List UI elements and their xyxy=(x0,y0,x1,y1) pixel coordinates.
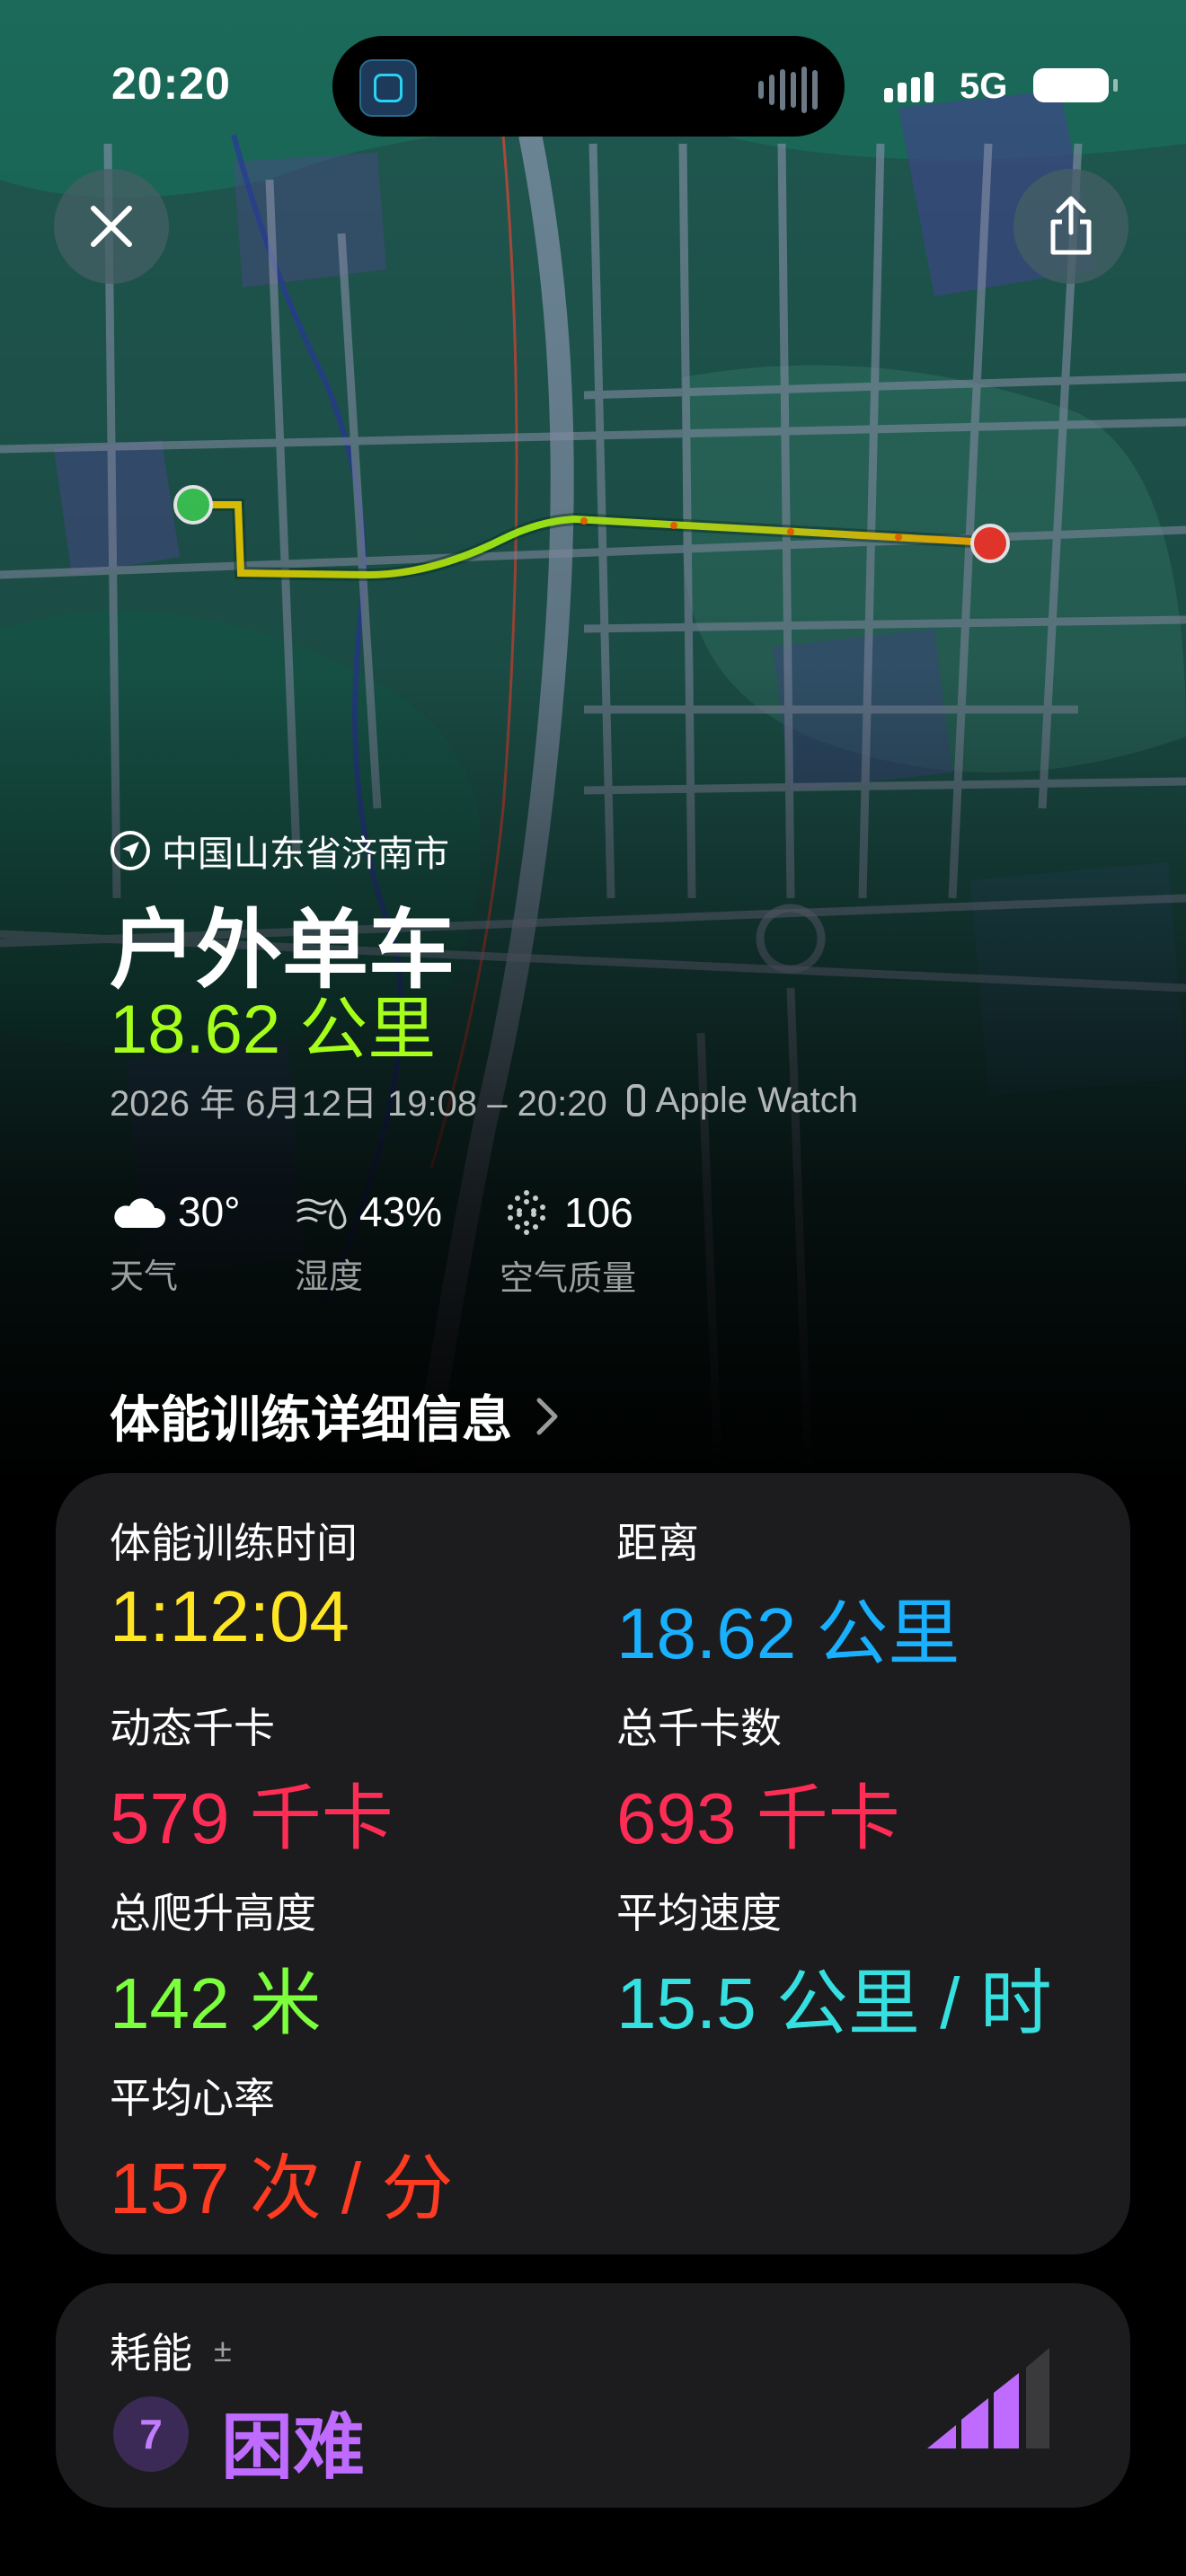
metric-total-calories: 总千卡数 693 千卡 xyxy=(616,1696,900,1865)
watch-icon xyxy=(626,1084,645,1116)
metric-value: 15.5 公里 / 时 xyxy=(616,1963,1052,2043)
cloud-icon xyxy=(114,1198,166,1228)
air-quality-icon xyxy=(508,1190,545,1235)
effort-meter-bar xyxy=(927,2425,956,2448)
metric-label: 体能训练时间 xyxy=(110,1520,358,1566)
close-icon xyxy=(91,206,132,247)
workout-app-icon xyxy=(359,59,417,117)
metric-label: 总爬升高度 xyxy=(110,1890,316,1936)
workout-distance: 18.62 公里 xyxy=(110,992,437,1068)
status-time: 20:20 xyxy=(111,58,231,109)
metric-value: 1:12:04 xyxy=(110,1576,350,1656)
metric-distance: 距离 18.62 公里 xyxy=(616,1511,960,1680)
effort-meter-bar xyxy=(1026,2348,1049,2448)
metric-label: 平均心率 xyxy=(110,2075,275,2122)
cellular-signal-icon xyxy=(884,72,934,102)
date-range: 2026 年 6月12日 19:08 – 20:20 xyxy=(110,1084,607,1124)
weather-aqi: 106 空气质量 xyxy=(500,1187,636,1300)
effort-header: 耗能 ± xyxy=(110,2321,232,2380)
temp-value: 30° xyxy=(178,1188,241,1235)
metric-duration: 体能训练时间 1:12:04 xyxy=(110,1511,358,1658)
metric-value: 18.62 公里 xyxy=(616,1593,960,1673)
effort-label: 耗能 xyxy=(110,2330,192,2377)
effort-level: 困难 xyxy=(221,2407,365,2487)
effort-meter-icon xyxy=(927,2348,1049,2448)
effort-score-badge: 7 xyxy=(113,2396,189,2472)
weather-humidity: 43% 湿度 xyxy=(295,1187,442,1298)
metric-label: 总千卡数 xyxy=(616,1705,782,1751)
close-button[interactable] xyxy=(54,169,169,284)
aqi-value: 106 xyxy=(564,1189,633,1236)
metric-label: 动态千卡 xyxy=(110,1705,275,1751)
device-name: Apple Watch xyxy=(655,1080,859,1120)
metric-label: 距离 xyxy=(616,1520,699,1566)
metric-average-speed: 平均速度 15.5 公里 / 时 xyxy=(616,1881,1052,2050)
share-button[interactable] xyxy=(1013,169,1128,284)
weather-temp: 30° 天气 xyxy=(110,1187,241,1298)
workout-details-link[interactable]: 体能训练详细信息 xyxy=(110,1380,559,1452)
metric-average-heart-rate: 平均心率 157 次 / 分 xyxy=(110,2066,453,2235)
metric-value: 693 千卡 xyxy=(616,1778,900,1858)
workout-details-card[interactable]: 体能训练时间 1:12:04 距离 18.62 公里 动态千卡 579 千卡 总… xyxy=(56,1473,1130,2254)
effort-meter-bar xyxy=(961,2398,988,2448)
location-label: 中国山东省济南市 xyxy=(162,834,449,874)
humidity-value: 43% xyxy=(359,1188,443,1235)
battery-icon xyxy=(1033,68,1118,102)
network-type: 5G xyxy=(960,66,1008,106)
humidity-label: 湿度 xyxy=(295,1258,364,1296)
metric-active-calories: 动态千卡 579 千卡 xyxy=(110,1696,394,1865)
chevron-right-icon xyxy=(536,1398,558,1434)
aqi-label: 空气质量 xyxy=(500,1260,637,1298)
audio-wave-icon xyxy=(758,66,818,113)
share-icon xyxy=(1050,196,1092,255)
metric-value: 142 米 xyxy=(110,1963,322,2043)
metric-label: 平均速度 xyxy=(616,1890,782,1936)
effort-card[interactable]: 耗能 ± 7 困难 xyxy=(56,2283,1130,2508)
dynamic-island[interactable] xyxy=(332,36,845,137)
humidity-icon xyxy=(296,1198,347,1230)
workout-datetime: 2026 年 6月12日 19:08 – 20:20 Apple Watch xyxy=(110,1074,858,1126)
metric-elevation-gain: 总爬升高度 142 米 xyxy=(110,1881,322,2050)
metric-value: 579 千卡 xyxy=(110,1778,394,1858)
effort-meter-bar xyxy=(994,2373,1019,2448)
adjust-effort-icon[interactable]: ± xyxy=(214,2332,232,2369)
section-title: 体能训练详细信息 xyxy=(110,1391,512,1448)
temp-label: 天气 xyxy=(110,1258,179,1296)
metric-value: 157 次 / 分 xyxy=(110,2148,454,2228)
workout-location: 中国山东省济南市 xyxy=(110,825,449,877)
location-arrow-icon xyxy=(111,831,150,870)
